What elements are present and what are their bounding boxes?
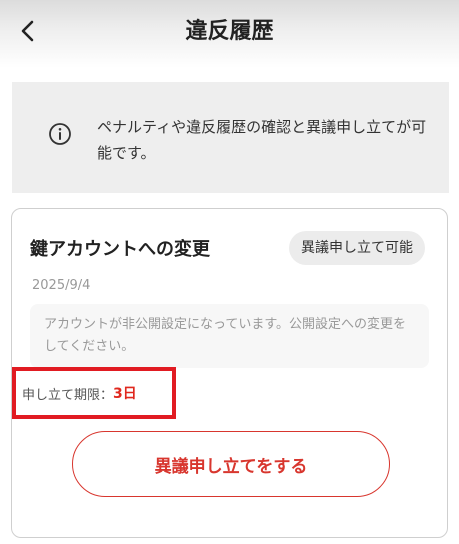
violation-title: 鍵アカウントへの変更 [30,239,210,260]
deadline-label: 申し立て期限： [22,387,114,403]
page-title: 違反履歴 [185,19,274,44]
violation-message: アカウントが非公開設定になっています。公開設定への変更をしてください。 [30,304,429,368]
appeal-button[interactable]: 異議申し立てをする [72,431,390,497]
info-banner: ペナルティや違反履歴の確認と異議申し立てが可能です。 [12,82,449,193]
violation-card: 鍵アカウントへの変更 異議申し立て可能 2025/9/4 アカウントが非公開設定… [11,208,448,538]
app-header: 違反履歴 [0,0,459,68]
deadline-value: 3日 [113,386,137,402]
status-badge: 異議申し立て可能 [289,231,425,265]
violation-date: 2025/9/4 [32,278,91,293]
info-text: ペナルティや違反履歴の確認と異議申し立てが可能です。 [97,118,427,162]
info-circle-icon [49,123,71,145]
deadline-highlight: 申し立て期限： 3日 [12,367,176,419]
